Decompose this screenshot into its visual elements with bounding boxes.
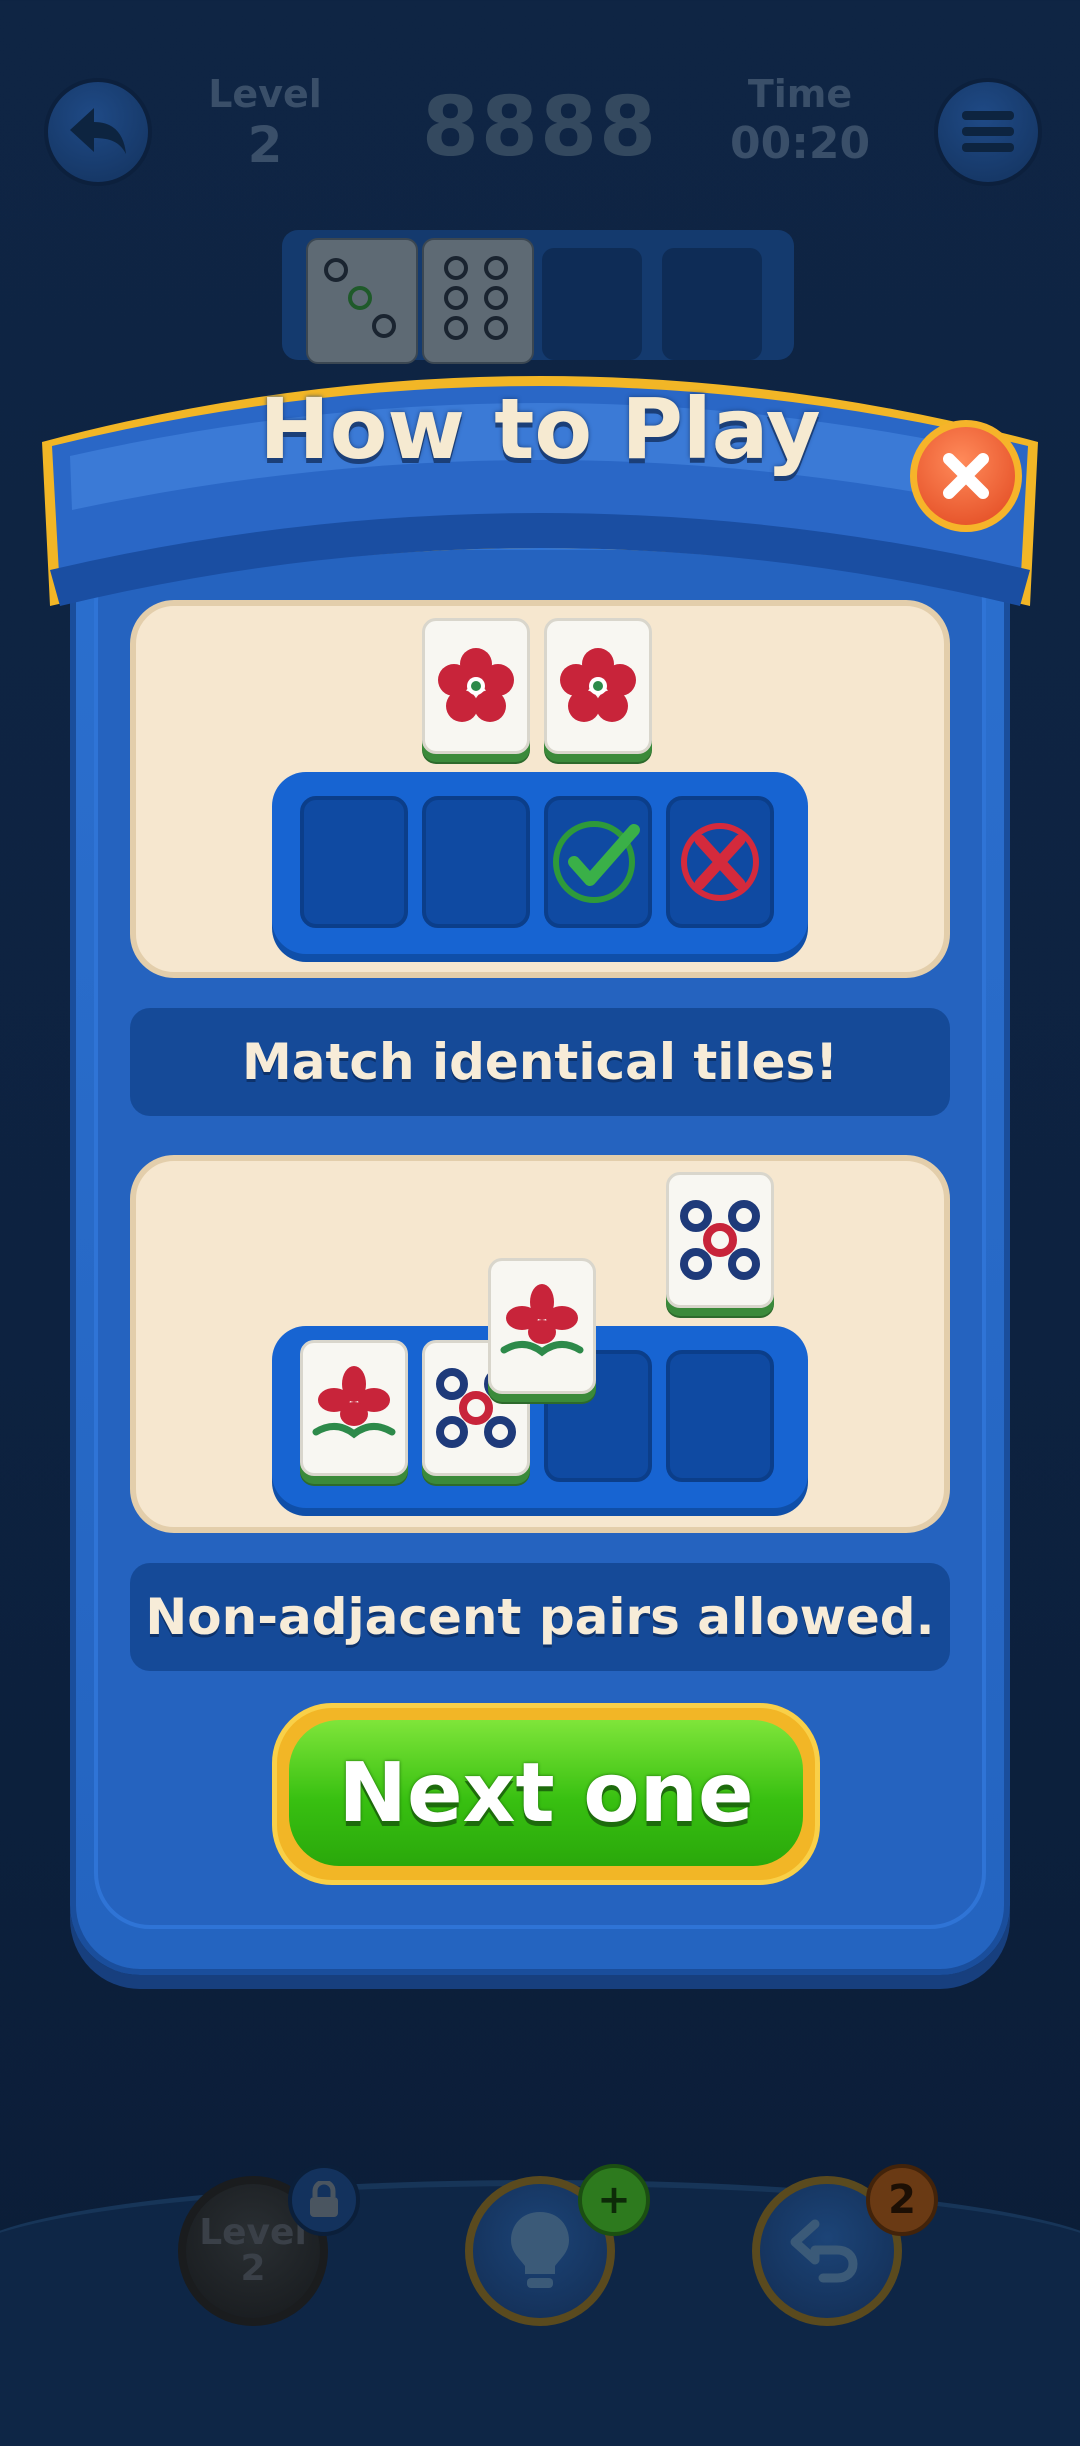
next-button[interactable]: Next one — [272, 1703, 820, 1885]
undo-count-badge: 2 — [866, 2164, 938, 2236]
undo-count: 2 — [888, 2177, 916, 2223]
title-ribbon — [42, 376, 1038, 606]
menu-button[interactable] — [934, 78, 1042, 186]
undo-icon — [790, 2219, 858, 2283]
tray-slot — [422, 796, 530, 928]
five-dots-icon — [680, 1200, 760, 1280]
lightbulb-icon — [511, 2212, 569, 2288]
orchid-icon — [500, 1284, 584, 1357]
time-value: 00:20 — [730, 118, 871, 169]
plum-blossom-icon — [438, 648, 514, 722]
tray-slot — [300, 796, 408, 928]
example-tray-1 — [272, 772, 808, 954]
step-1-caption: Match identical tiles! — [130, 1008, 950, 1116]
flower-tile — [422, 618, 530, 754]
plum-blossom-icon — [560, 648, 636, 722]
lock-badge — [288, 2164, 360, 2236]
hint-add-badge[interactable]: + — [578, 2164, 650, 2236]
next-button-label[interactable]: Next one — [289, 1720, 803, 1866]
orchid-tile — [300, 1340, 408, 1476]
cross-icon — [681, 823, 759, 901]
score-display: 8888 — [421, 80, 659, 175]
menu-icon — [962, 111, 1014, 152]
time-label: Time — [747, 72, 853, 116]
orchid-icon — [312, 1366, 396, 1439]
powerup-level-value: 2 — [240, 2248, 266, 2289]
back-button[interactable] — [44, 78, 152, 186]
step-2-caption: Non-adjacent pairs allowed. — [130, 1563, 950, 1671]
close-button[interactable] — [910, 420, 1022, 532]
plus-icon: + — [597, 2177, 631, 2223]
dialog-title: How to Play — [259, 380, 821, 478]
back-arrow-icon — [70, 108, 126, 154]
tray-slot — [544, 796, 652, 928]
close-icon — [943, 453, 989, 499]
dot-tile — [666, 1172, 774, 1308]
powerup-level-label: Level — [199, 2212, 307, 2253]
check-icon — [553, 821, 640, 903]
level-label: Level — [208, 72, 322, 116]
level-value: 2 — [247, 116, 283, 174]
tray-slot — [666, 1350, 774, 1482]
lock-icon — [310, 2181, 338, 2217]
orchid-tile — [488, 1258, 596, 1394]
tray-slot — [666, 796, 774, 928]
flower-tile — [544, 618, 652, 754]
